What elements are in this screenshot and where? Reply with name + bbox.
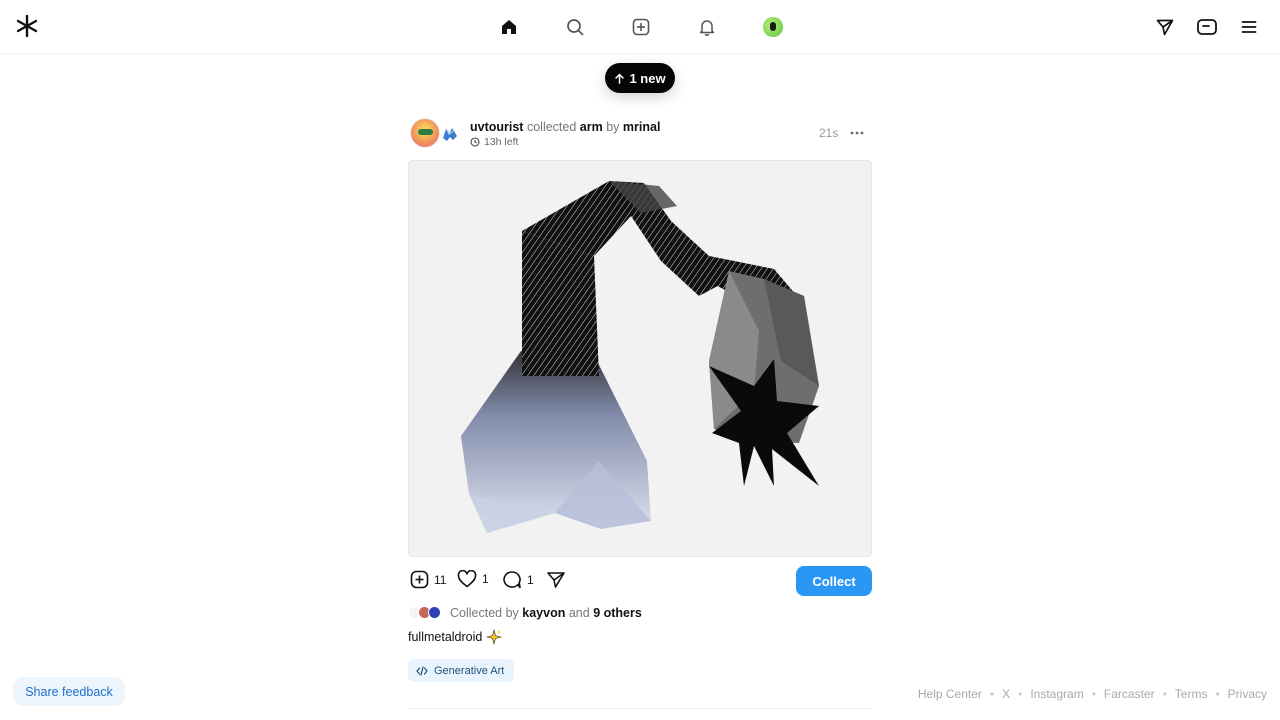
main-navigation bbox=[496, 14, 786, 40]
comment-count: 1 bbox=[527, 572, 534, 587]
profile-avatar bbox=[763, 17, 783, 37]
post-timestamp: 21s bbox=[819, 126, 839, 140]
top-right-actions bbox=[1152, 14, 1262, 40]
search-icon[interactable] bbox=[562, 14, 588, 40]
post-avatars bbox=[410, 118, 460, 148]
artwork-image[interactable] bbox=[408, 160, 872, 557]
notifications-bell-icon[interactable] bbox=[694, 14, 720, 40]
heart-icon bbox=[457, 570, 477, 588]
collector-avatar bbox=[428, 606, 441, 619]
arrow-up-icon bbox=[615, 73, 625, 84]
footer-link-farcaster[interactable]: Farcaster bbox=[1104, 687, 1155, 701]
time-left-label: 13h left bbox=[484, 136, 519, 148]
next-post-divider bbox=[408, 708, 872, 709]
comment-bubble-icon bbox=[503, 571, 521, 589]
plus-square-icon bbox=[410, 570, 429, 589]
footer-separator: • bbox=[1215, 687, 1220, 701]
send-icon[interactable] bbox=[1152, 14, 1178, 40]
collected-by-prefix: Collected by bbox=[450, 606, 519, 620]
time-left-row: 13h left bbox=[470, 136, 518, 148]
comment-button[interactable]: 1 bbox=[502, 570, 534, 589]
clock-icon bbox=[470, 137, 480, 147]
share-feedback-button[interactable]: Share feedback bbox=[13, 677, 125, 706]
post-caption: fullmetaldroid bbox=[408, 629, 503, 645]
collected-by-row[interactable]: Collected by kayvon and 9 others bbox=[408, 605, 642, 621]
tag-label: Generative Art bbox=[434, 664, 505, 677]
post-header: uvtourist collected arm by mrinal 13h le… bbox=[408, 116, 872, 152]
actor-username[interactable]: uvtourist bbox=[470, 120, 523, 134]
zora-logo-icon[interactable] bbox=[14, 13, 40, 39]
new-posts-label: 1 new bbox=[629, 70, 666, 86]
collect-button[interactable]: Collect bbox=[796, 566, 872, 596]
new-posts-button[interactable]: 1 new bbox=[605, 63, 675, 93]
artwork-title[interactable]: arm bbox=[580, 120, 603, 134]
wallet-icon[interactable] bbox=[1194, 14, 1220, 40]
send-icon bbox=[547, 572, 565, 588]
share-button[interactable] bbox=[546, 570, 566, 589]
sparkles-icon bbox=[486, 629, 503, 645]
post-activity-line: uvtourist collected arm by mrinal bbox=[470, 120, 660, 134]
code-icon bbox=[416, 665, 428, 676]
collected-by-and: and bbox=[568, 606, 590, 620]
post-actions: 11 1 1 Collect bbox=[408, 566, 872, 596]
mint-count-button[interactable]: 11 bbox=[410, 570, 446, 589]
footer-separator: • bbox=[989, 687, 995, 701]
collector-avatar[interactable] bbox=[410, 118, 440, 148]
generative-art-tag[interactable]: Generative Art bbox=[408, 659, 515, 682]
footer-separator: • bbox=[1091, 687, 1096, 701]
artist-username[interactable]: mrinal bbox=[623, 120, 661, 134]
mint-count: 11 bbox=[434, 572, 447, 587]
footer-link-terms[interactable]: Terms bbox=[1175, 687, 1208, 701]
footer-link-instagram[interactable]: Instagram bbox=[1030, 687, 1083, 701]
artwork-thumbnail-avatar[interactable] bbox=[442, 126, 458, 142]
generative-art-graphic bbox=[461, 181, 819, 533]
footer-separator: • bbox=[1018, 687, 1023, 701]
caption-text: fullmetaldroid bbox=[408, 630, 483, 644]
top-navigation-bar bbox=[0, 0, 1280, 54]
more-options-icon[interactable] bbox=[848, 124, 866, 142]
footer-link-x[interactable]: X bbox=[1002, 687, 1010, 701]
create-post-icon[interactable] bbox=[628, 14, 654, 40]
menu-icon[interactable] bbox=[1236, 14, 1262, 40]
like-button[interactable]: 1 bbox=[457, 570, 489, 588]
profile-avatar-button[interactable] bbox=[760, 14, 786, 40]
collected-by-user[interactable]: kayvon bbox=[522, 606, 565, 620]
footer-separator: • bbox=[1162, 687, 1167, 701]
collector-avatars bbox=[408, 606, 446, 620]
collected-by-others[interactable]: 9 others bbox=[593, 606, 642, 620]
footer-link-privacy[interactable]: Privacy bbox=[1228, 687, 1267, 701]
like-count: 1 bbox=[482, 572, 489, 586]
home-icon[interactable] bbox=[496, 14, 522, 40]
footer-link-help-center[interactable]: Help Center bbox=[918, 687, 982, 701]
footer-links: Help Center • X • Instagram • Farcaster • Te… bbox=[918, 687, 1267, 701]
by-connector: by bbox=[606, 120, 620, 134]
activity-verb: collected bbox=[526, 120, 577, 134]
